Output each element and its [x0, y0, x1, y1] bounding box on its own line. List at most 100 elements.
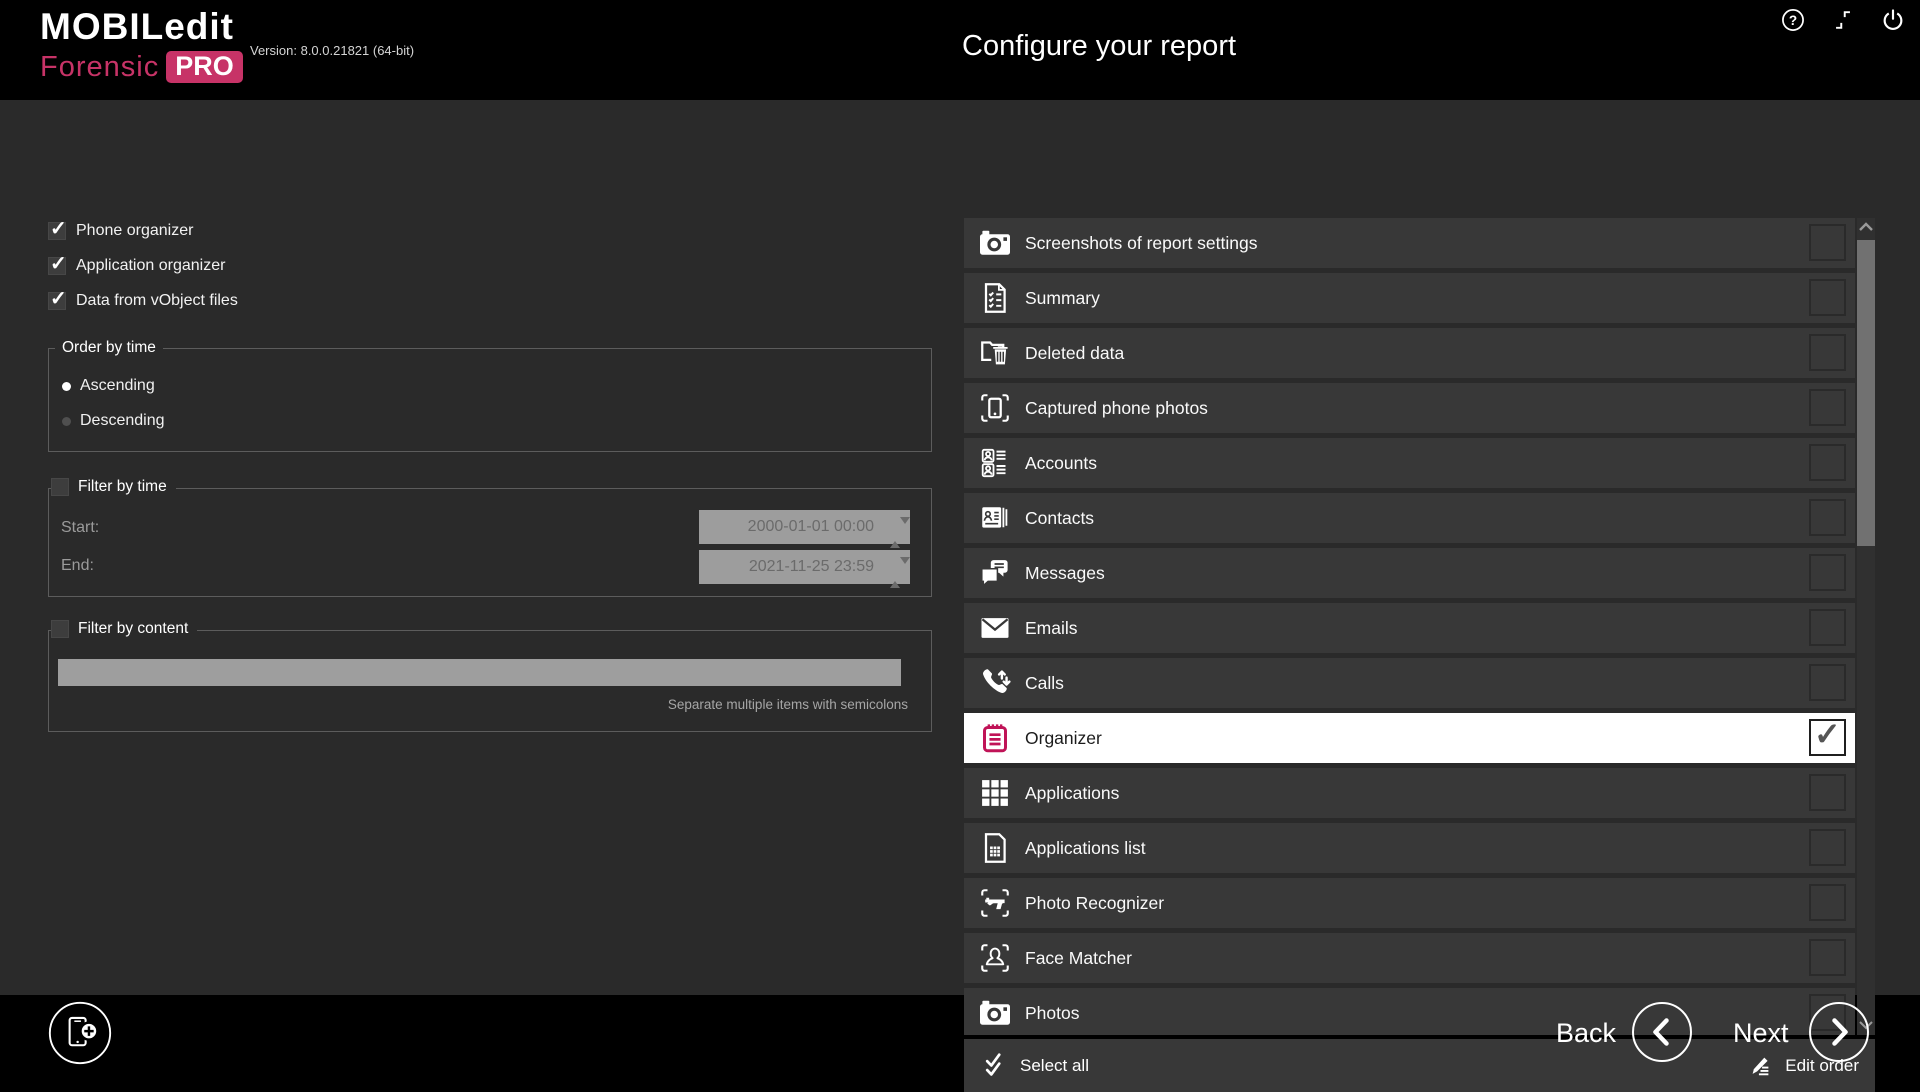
collapse-window-icon[interactable] [1830, 7, 1856, 33]
spinner-icon[interactable] [890, 556, 902, 590]
radio-button[interactable] [62, 382, 71, 391]
report-item-checkbox[interactable] [1809, 334, 1846, 371]
report-item[interactable]: Screenshots of report settings [964, 218, 1855, 268]
report-item[interactable]: Contacts [964, 493, 1855, 543]
photo-recognizer-icon [977, 885, 1013, 921]
scrollbar-thumb[interactable] [1857, 240, 1875, 546]
report-item-checkbox[interactable] [1809, 829, 1846, 866]
report-item[interactable]: Organizer [964, 713, 1855, 763]
radio-label: Ascending [80, 377, 155, 395]
report-item-label: Accounts [1025, 453, 1097, 474]
list-scrollbar[interactable] [1857, 218, 1875, 1035]
report-item-checkbox[interactable] [1809, 499, 1846, 536]
applications-icon [977, 775, 1013, 811]
report-item[interactable]: Emails [964, 603, 1855, 653]
select-all-button[interactable]: Select all [982, 1052, 1089, 1079]
report-item[interactable]: Calls [964, 658, 1855, 708]
emails-icon [977, 610, 1013, 646]
checkbox-label: Phone organizer [76, 222, 193, 240]
report-item[interactable]: Captured phone photos [964, 383, 1855, 433]
left-checkbox-item[interactable]: Phone organizer [48, 220, 193, 242]
content-filter-input[interactable] [58, 659, 901, 686]
report-item[interactable]: Deleted data [964, 328, 1855, 378]
report-item[interactable]: Photos [964, 988, 1855, 1035]
power-icon[interactable] [1880, 7, 1906, 33]
report-item-label: Organizer [1025, 728, 1102, 749]
order-option[interactable]: Ascending [62, 376, 155, 396]
checkbox[interactable] [48, 257, 66, 275]
report-item[interactable]: Face Matcher [964, 933, 1855, 983]
order-option[interactable]: Descending [62, 411, 165, 431]
logo-line2: Forensic [40, 53, 159, 82]
photos-icon [977, 995, 1013, 1031]
summary-icon [977, 280, 1013, 316]
scroll-up-icon[interactable] [1858, 221, 1874, 233]
left-checkbox-item[interactable]: Application organizer [48, 255, 225, 277]
report-item[interactable]: Summary [964, 273, 1855, 323]
messages-icon [977, 555, 1013, 591]
report-item-checkbox[interactable] [1809, 664, 1846, 701]
report-item-checkbox[interactable] [1809, 719, 1846, 756]
checkbox-label: Data from vObject files [76, 292, 238, 310]
filter-by-time-group: Filter by time Start: 2000-01-01 00:00 E… [48, 488, 932, 597]
report-item-label: Applications list [1025, 838, 1146, 859]
checkbox[interactable] [48, 222, 66, 240]
report-item-checkbox[interactable] [1809, 389, 1846, 426]
add-phone-button[interactable] [47, 1000, 113, 1066]
report-item-label: Contacts [1025, 508, 1094, 529]
report-item-label: Emails [1025, 618, 1078, 639]
report-item-checkbox[interactable] [1809, 224, 1846, 261]
report-item[interactable]: Messages [964, 548, 1855, 598]
contacts-icon [977, 500, 1013, 536]
date-input[interactable]: 2000-01-01 00:00 [699, 510, 910, 544]
checkbox[interactable] [48, 292, 66, 310]
report-item-label: Photo Recognizer [1025, 893, 1164, 914]
report-item-checkbox[interactable] [1809, 884, 1846, 921]
app-logo: MOBILedit Forensic PRO [40, 8, 243, 83]
left-checkbox-item[interactable]: Data from vObject files [48, 290, 238, 312]
select-all-label: Select all [1020, 1056, 1089, 1076]
report-item[interactable]: Applications [964, 768, 1855, 818]
report-item-checkbox[interactable] [1809, 444, 1846, 481]
report-item-checkbox[interactable] [1809, 939, 1846, 976]
filter-by-time-checkbox[interactable] [51, 478, 69, 496]
report-item-checkbox[interactable] [1809, 279, 1846, 316]
report-item-checkbox[interactable] [1809, 609, 1846, 646]
logo-pro-badge: PRO [166, 51, 243, 83]
filter-by-content-group: Filter by content Separate multiple item… [48, 630, 932, 732]
accounts-icon [977, 445, 1013, 481]
filter-by-time-label: Filter by time [78, 478, 167, 496]
spinner-icon[interactable] [890, 516, 902, 550]
logo-line1: MOBILedit [40, 8, 243, 45]
edit-order-icon [1747, 1052, 1774, 1079]
version-text: Version: 8.0.0.21821 (64-bit) [250, 43, 414, 58]
radio-label: Descending [80, 412, 165, 430]
date-input[interactable]: 2021-11-25 23:59 [699, 550, 910, 584]
radio-button[interactable] [62, 417, 71, 426]
report-item-list: Screenshots of report settings Summary D… [964, 218, 1855, 1035]
report-item[interactable]: Photo Recognizer [964, 878, 1855, 928]
report-item-label: Calls [1025, 673, 1064, 694]
report-item[interactable]: Accounts [964, 438, 1855, 488]
next-button-label[interactable]: Next [1733, 1018, 1789, 1049]
filter-by-content-checkbox[interactable] [51, 620, 69, 638]
back-button[interactable] [1631, 1001, 1693, 1063]
report-item-label: Summary [1025, 288, 1100, 309]
date-field-label: Start: [61, 519, 99, 537]
report-item[interactable]: Applications list [964, 823, 1855, 873]
page-title: Configure your report [962, 30, 1236, 63]
report-item-label: Photos [1025, 1003, 1079, 1024]
help-icon[interactable]: ? [1780, 7, 1806, 33]
date-field-label: End: [61, 557, 94, 575]
header-bar: MOBILedit Forensic PRO Version: 8.0.0.21… [0, 0, 1920, 100]
next-button[interactable] [1808, 1001, 1870, 1063]
back-button-label[interactable]: Back [1556, 1018, 1616, 1049]
order-by-time-label: Order by time [55, 339, 163, 357]
report-item-checkbox[interactable] [1809, 774, 1846, 811]
calls-icon [977, 665, 1013, 701]
filter-by-content-label: Filter by content [78, 620, 188, 638]
content-filter-hint: Separate multiple items with semicolons [668, 697, 908, 712]
report-item-label: Deleted data [1025, 343, 1124, 364]
captured-phone-icon [977, 390, 1013, 426]
report-item-checkbox[interactable] [1809, 554, 1846, 591]
